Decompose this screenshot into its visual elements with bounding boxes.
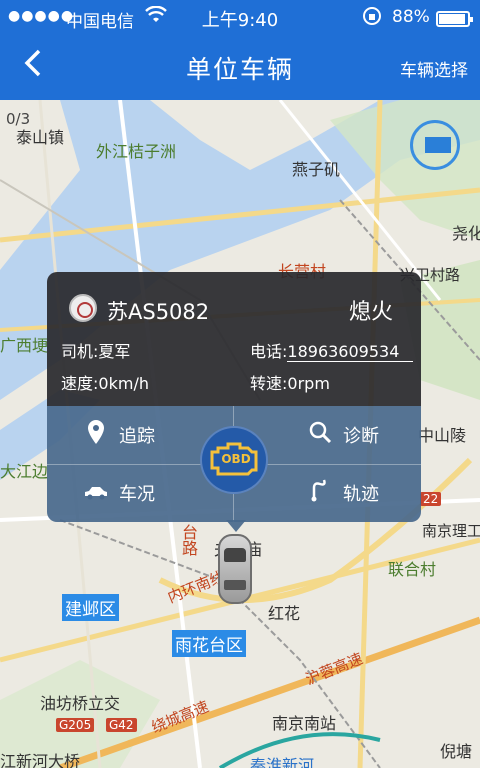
map-label: 雨花台区 [172, 630, 246, 657]
route-icon [305, 478, 335, 508]
trajectory-button[interactable]: 轨迹 [305, 473, 421, 513]
engine-state: 熄火 [348, 300, 393, 325]
map-label: 南京南站 [272, 714, 337, 733]
vehicle-marker[interactable] [218, 534, 252, 604]
map-label: 中山陵 [418, 426, 467, 445]
speed-row: 速度:0km/h [61, 370, 149, 394]
search-icon [305, 420, 335, 450]
phone-label: 电话: [250, 342, 288, 361]
map-label: 大江边 [0, 462, 49, 481]
obd-button[interactable]: OBD [200, 426, 268, 494]
road-shield: 22 [420, 492, 442, 506]
speed-label: 速度: [61, 374, 99, 393]
map-label: 油坊桥立交 [40, 694, 121, 713]
vehicle-info-popup: 苏AS5082 熄火 司机:夏军 电话:18963609534 速度:0km/h… [47, 272, 421, 522]
driver-name: 夏军 [98, 342, 131, 361]
battery-percent: 88% [392, 7, 430, 27]
road-shield: G205 [56, 718, 95, 732]
map-label: 外江桔子洲 [96, 142, 177, 161]
condition-label: 车况 [119, 484, 155, 505]
vehicle-select-button[interactable]: 车辆选择 [400, 56, 468, 81]
trajectory-label: 轨迹 [343, 484, 379, 505]
map-label: 联合村 [388, 560, 437, 579]
map-label: 南京理工 [422, 522, 480, 540]
map-label: 燕子矶 [292, 160, 341, 179]
top-bar: ●●●●● 中国电信 上午9:40 88% 单位车辆 车辆选择 [0, 0, 480, 100]
locate-button[interactable] [410, 120, 460, 170]
map-label: 秦淮新河 [250, 756, 315, 768]
map-label: 尧化 [452, 224, 480, 243]
car-icon [81, 481, 111, 506]
speed-value: 0km/h [98, 374, 149, 393]
vehicle-info-panel: 苏AS5082 熄火 司机:夏军 电话:18963609534 速度:0km/h… [47, 272, 421, 406]
popup-pointer [226, 520, 246, 532]
action-panel: 追踪 诊断 车况 轨迹 OBD [47, 406, 421, 522]
map-label: 红花 [268, 604, 301, 623]
map-label: 江新河大桥 [0, 752, 81, 768]
phone-number[interactable]: 18963609534 [287, 342, 414, 362]
map-label: 广西埂 [0, 336, 49, 355]
rpm-value: 0rpm [287, 374, 330, 393]
plate-number: 苏AS5082 [107, 300, 210, 324]
map-label: 泰山镇 [16, 128, 65, 147]
diagnose-label: 诊断 [343, 426, 379, 447]
status-bar: ●●●●● 中国电信 上午9:40 88% [0, 0, 480, 36]
battery-icon [436, 11, 473, 27]
obd-label: OBD [221, 452, 251, 466]
map-label: 倪塘 [440, 742, 473, 761]
flag-icon [425, 137, 451, 153]
nav-bar: 单位车辆 车辆选择 [0, 36, 480, 100]
phone-row: 电话:18963609534 [250, 338, 414, 362]
map-label: 台路 [179, 524, 198, 556]
track-label: 追踪 [119, 426, 155, 447]
driver-label: 司机: [61, 342, 99, 361]
rpm-row: 转速:0rpm [250, 370, 330, 394]
road-shield: G42 [106, 718, 137, 732]
rpm-label: 转速: [250, 374, 288, 393]
rotation-lock-icon [362, 6, 382, 31]
location-pin-icon [81, 419, 111, 451]
driver-row: 司机:夏军 [61, 338, 130, 362]
diagnose-button[interactable]: 诊断 [305, 415, 421, 455]
car-brand-logo [69, 294, 97, 322]
map-label: 建邺区 [62, 594, 119, 621]
